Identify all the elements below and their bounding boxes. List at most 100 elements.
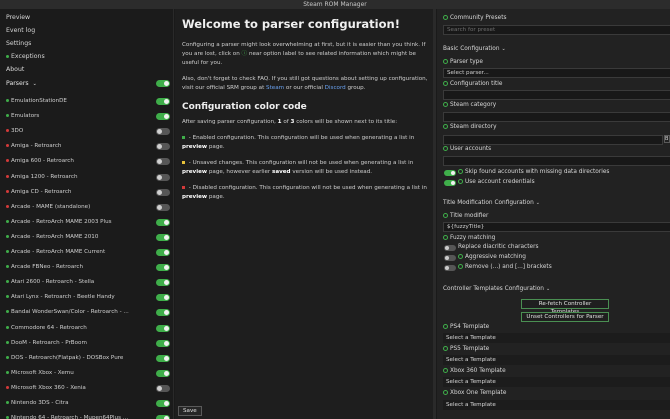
parser-enable-toggle[interactable]	[156, 339, 170, 347]
xbox360-template-select[interactable]: Select a Template	[443, 377, 670, 387]
parser-enable-toggle[interactable]	[156, 279, 170, 287]
parser-item[interactable]: Amiga - Retroarch	[0, 139, 173, 154]
nav-item-exceptions[interactable]: Exceptions	[0, 50, 173, 63]
parser-enable-toggle[interactable]	[156, 294, 170, 302]
parser-enable-toggle[interactable]	[156, 218, 170, 226]
info-icon[interactable]	[443, 368, 448, 373]
refetch-templates-button[interactable]: Re-fetch Controller Templates	[521, 299, 609, 315]
info-icon[interactable]	[458, 254, 463, 259]
title-mod-section[interactable]: Title Modification Configuration ⌄	[443, 200, 540, 206]
ps5-template-label: PS5 Template	[443, 346, 489, 352]
steam-link[interactable]: Steam	[266, 85, 284, 91]
info-icon[interactable]	[443, 102, 448, 107]
parser-enable-toggle[interactable]	[156, 98, 170, 105]
controller-templates-section[interactable]: Controller Templates Configuration ⌄	[443, 286, 550, 292]
center-scrollbar[interactable]	[433, 9, 436, 419]
parser-enable-toggle[interactable]	[156, 309, 170, 317]
parser-item[interactable]: EmulationStationDE	[0, 94, 173, 109]
parser-enable-toggle[interactable]	[156, 400, 170, 407]
info-icon[interactable]	[458, 169, 463, 174]
parser-item[interactable]: Atari 2600 - Retroarch - Stella	[0, 275, 173, 290]
info-icon[interactable]	[458, 264, 463, 269]
nav-item-settings[interactable]: Settings	[0, 37, 173, 50]
parser-enable-toggle[interactable]	[156, 384, 170, 392]
parser-item[interactable]: Emulators	[0, 109, 173, 124]
remove-brackets-toggle[interactable]	[444, 265, 456, 271]
steam-category-input[interactable]	[443, 112, 670, 122]
browse-directory-button[interactable]: B	[664, 135, 670, 143]
parser-enable-toggle[interactable]	[156, 354, 170, 362]
parser-enable-toggle[interactable]	[156, 143, 170, 151]
parser-item[interactable]: Arcade - RetroArch MAME 2010	[0, 230, 173, 245]
xboxone-template-label: Xbox One Template	[443, 390, 506, 396]
use-credentials-toggle[interactable]	[444, 180, 456, 186]
parser-item[interactable]: 3DO	[0, 124, 173, 139]
nav-item-about[interactable]: About	[0, 63, 173, 76]
parser-enable-toggle[interactable]	[156, 264, 170, 272]
ps5-template-select[interactable]: Select a Template	[443, 355, 670, 365]
info-icon[interactable]	[443, 146, 448, 151]
basic-config-section[interactable]: Basic Configuration ⌄	[443, 46, 506, 52]
discord-link[interactable]: Discord	[325, 85, 346, 91]
parser-enable-toggle[interactable]	[156, 369, 170, 377]
parser-enable-toggle[interactable]	[156, 203, 170, 211]
parser-item[interactable]: Arcade FBNeo - Retroarch	[0, 260, 173, 275]
replace-diacritic-toggle[interactable]	[444, 245, 456, 251]
ps4-template-select[interactable]: Select a Template	[443, 333, 670, 343]
status-dot	[6, 385, 9, 389]
parsers-header[interactable]: Parsers ⌄	[0, 76, 173, 91]
info-icon[interactable]	[443, 390, 448, 395]
parser-item[interactable]: Nintendo 64 - Retroarch - Mupen64Plus ..…	[0, 411, 173, 419]
parser-enable-toggle[interactable]	[156, 113, 170, 121]
nav-item-preview[interactable]: Preview	[0, 11, 173, 24]
info-icon[interactable]	[443, 59, 448, 64]
save-button[interactable]: Save	[178, 406, 202, 416]
user-accounts-input[interactable]	[443, 156, 670, 166]
parser-enable-toggle[interactable]	[156, 249, 170, 256]
steam-category-label: Steam category	[443, 102, 496, 108]
parser-enable-toggle[interactable]	[156, 128, 170, 136]
parser-item[interactable]: Commodore 64 - Retroarch	[0, 321, 173, 336]
parser-item[interactable]: Atari Lynx - Retroarch - Beetle Handy	[0, 290, 173, 305]
unset-controllers-button[interactable]: Unset Controllers for Parser	[521, 312, 609, 322]
info-icon[interactable]	[443, 324, 448, 329]
parser-type-select[interactable]: Select parser...	[443, 68, 670, 78]
parser-item[interactable]: DooM - Retroarch - PrBoom	[0, 336, 173, 351]
parser-item[interactable]: Arcade - RetroArch MAME Current	[0, 245, 173, 260]
nav-item-event-log[interactable]: Event log	[0, 24, 173, 37]
config-title-input[interactable]	[443, 90, 670, 100]
parser-enable-toggle[interactable]	[156, 324, 170, 332]
parser-enable-toggle[interactable]	[156, 415, 170, 419]
parser-enable-toggle[interactable]	[156, 158, 170, 166]
parser-enable-toggle[interactable]	[156, 188, 170, 196]
aggressive-matching-toggle[interactable]	[444, 255, 456, 261]
xboxone-template-select[interactable]: Select a Template	[443, 400, 670, 410]
skip-accounts-toggle[interactable]	[444, 170, 456, 176]
parser-item[interactable]: Amiga CD - Retroarch	[0, 185, 173, 200]
steam-directory-input[interactable]	[443, 135, 663, 145]
info-icon[interactable]	[443, 213, 448, 218]
preset-search-input[interactable]: Search for preset	[443, 25, 670, 35]
parser-item[interactable]: Arcade - MAME (standalone)	[0, 200, 173, 215]
parser-item[interactable]: Amiga 1200 - Retroarch	[0, 170, 173, 185]
info-icon[interactable]	[443, 81, 448, 86]
parser-item-label: Nintendo 3DS - Citra	[11, 400, 69, 406]
disabled-color-swatch	[182, 186, 185, 189]
parser-item[interactable]: Nintendo 3DS - Citra	[0, 396, 173, 411]
parser-enable-toggle[interactable]	[156, 233, 170, 241]
parser-item-label: Arcade - MAME (standalone)	[11, 203, 91, 210]
info-icon[interactable]	[458, 179, 463, 184]
parser-item[interactable]: Amiga 600 - Retroarch	[0, 154, 173, 169]
parser-item[interactable]: Microsoft Xbox 360 - Xenia	[0, 381, 173, 396]
info-icon[interactable]	[443, 15, 448, 20]
info-icon[interactable]	[443, 346, 448, 351]
info-icon[interactable]	[443, 235, 448, 240]
parser-item[interactable]: DOS - Retroarch(Flatpak) - DOSBox Pure	[0, 351, 173, 366]
parsers-master-toggle[interactable]	[156, 80, 170, 87]
parser-item[interactable]: Arcade - RetroArch MAME 2003 Plus	[0, 215, 173, 230]
parser-item[interactable]: Microsoft Xbox - Xemu	[0, 366, 173, 381]
parser-enable-toggle[interactable]	[156, 173, 170, 181]
title-modifier-input[interactable]: ${fuzzyTitle}	[443, 222, 670, 232]
parser-item[interactable]: Bandai WonderSwan/Color - Retroarch - ..…	[0, 305, 173, 320]
info-icon[interactable]	[443, 124, 448, 129]
